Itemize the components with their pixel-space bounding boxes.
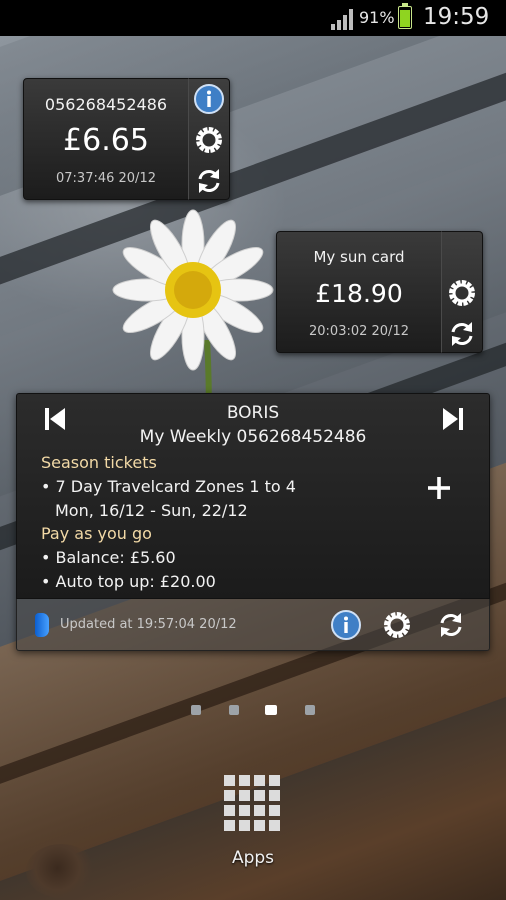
refresh-icon[interactable]	[446, 318, 478, 350]
apps-grid-square	[239, 790, 250, 801]
apps-grid-square	[239, 820, 250, 831]
card-label: My Weekly 056268452486	[139, 427, 367, 447]
apps-grid-square	[254, 775, 265, 786]
page-dot-active[interactable]	[265, 705, 277, 715]
apps-grid-square	[254, 805, 265, 816]
apps-grid-square	[269, 805, 280, 816]
refresh-icon[interactable]	[435, 609, 467, 641]
page-dot[interactable]	[191, 705, 201, 715]
last-updated: 07:37:46 20/12	[56, 171, 156, 186]
apps-grid-square	[269, 775, 280, 786]
widget-side-buttons	[441, 231, 483, 353]
apps-grid-square	[254, 820, 265, 831]
page-dot[interactable]	[229, 705, 239, 715]
widget-panel[interactable]: BORIS My Weekly 056268452486 Season tick…	[16, 393, 490, 599]
apps-grid-square	[224, 775, 235, 786]
add-icon[interactable]	[427, 476, 451, 500]
settings-icon[interactable]	[381, 609, 413, 641]
oyster-widget-small-1[interactable]: 056268452486 £6.65 07:37:46 20/12	[23, 78, 230, 200]
refresh-icon[interactable]	[193, 165, 225, 197]
apps-grid-square	[269, 790, 280, 801]
status-bar: 91% 19:59	[0, 0, 506, 36]
season-ticket-item: • 7 Day Travelcard Zones 1 to 4	[41, 477, 296, 496]
apps-grid-square	[239, 775, 250, 786]
apps-grid-square	[224, 790, 235, 801]
apps-grid-square	[224, 820, 235, 831]
widget-face[interactable]: 056268452486 £6.65 07:37:46 20/12	[23, 78, 189, 200]
settings-icon[interactable]	[446, 277, 478, 309]
apps-grid-square	[239, 805, 250, 816]
last-updated: Updated at 19:57:04 20/12	[60, 617, 237, 632]
battery-percent: 91%	[359, 8, 395, 27]
last-updated: 20:03:02 20/12	[309, 324, 409, 339]
card-name: 056268452486	[44, 95, 168, 114]
settings-icon[interactable]	[193, 124, 225, 156]
signal-icon	[331, 9, 353, 30]
card-holder-name: BORIS	[226, 403, 280, 423]
widget-footer: Updated at 19:57:04 20/12	[16, 599, 490, 651]
oyster-widget-large: BORIS My Weekly 056268452486 Season tick…	[16, 393, 490, 651]
season-tickets-header: Season tickets	[41, 453, 157, 472]
season-ticket-dates: Mon, 16/12 - Sun, 22/12	[55, 501, 248, 520]
apps-label: Apps	[231, 848, 275, 868]
pay-as-you-go-header: Pay as you go	[41, 524, 152, 543]
info-icon[interactable]	[193, 83, 225, 115]
page-dot[interactable]	[305, 705, 315, 715]
apps-grid-square	[224, 805, 235, 816]
widget-side-buttons	[188, 78, 230, 200]
apps-grid-square	[254, 790, 265, 801]
card-balance: £18.90	[315, 279, 403, 308]
battery-icon	[398, 3, 412, 29]
oyster-widget-small-2[interactable]: My sun card £18.90 20:03:02 20/12	[276, 231, 483, 353]
apps-grid-icon[interactable]	[224, 775, 282, 833]
payg-balance: • Balance: £5.60	[41, 548, 176, 567]
payg-auto-top-up: • Auto top up: £20.00	[41, 572, 216, 591]
clock: 19:59	[423, 4, 490, 30]
widget-face[interactable]: My sun card £18.90 20:03:02 20/12	[276, 231, 442, 353]
apps-grid-square	[269, 820, 280, 831]
card-name: My sun card	[313, 248, 405, 266]
info-icon[interactable]	[330, 609, 362, 641]
card-balance: £6.65	[63, 123, 149, 158]
oyster-card-icon	[35, 613, 49, 637]
